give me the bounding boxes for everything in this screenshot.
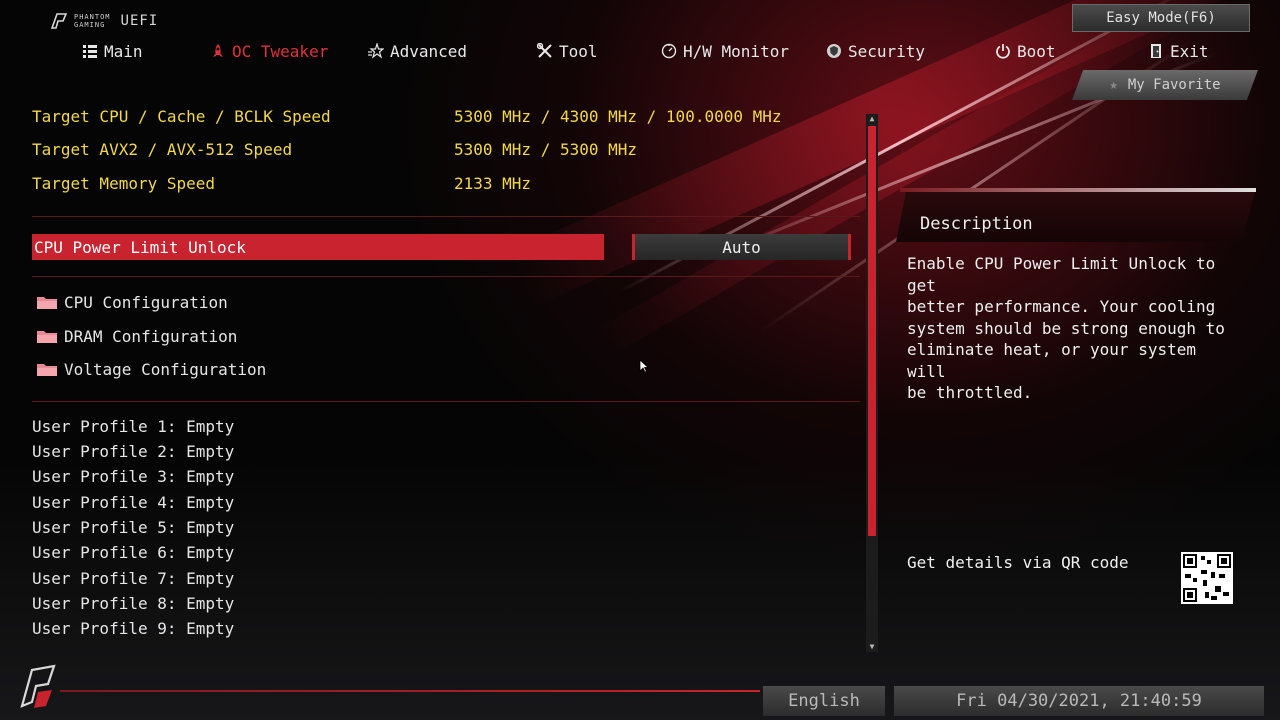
phantom-gaming-logo-icon: [50, 13, 68, 29]
description-line: better performance. Your cooling: [907, 297, 1216, 316]
language-button[interactable]: English: [763, 686, 885, 716]
description-line: Enable CPU Power Limit Unlock to get: [907, 254, 1216, 295]
qr-code-label: Get details via QR code: [907, 553, 1129, 572]
my-favorite-button[interactable]: ★ My Favorite: [1072, 70, 1258, 100]
target-avx-label: Target AVX2 / AVX-512 Speed: [32, 140, 293, 159]
cpu-configuration-item[interactable]: CPU Configuration: [36, 290, 228, 314]
description-text: Enable CPU Power Limit Unlock to get bet…: [907, 253, 1237, 404]
divider: [32, 216, 860, 217]
brand-top-text: PHANTOM: [74, 13, 111, 21]
target-cpu-value: 5300 MHz / 4300 MHz / 100.0000 MHz: [454, 107, 782, 126]
scroll-down-icon[interactable]: ▼: [866, 642, 878, 652]
easy-mode-button[interactable]: Easy Mode(F6): [1072, 4, 1250, 32]
folder-icon: [37, 331, 57, 343]
voltage-configuration-label: Voltage Configuration: [64, 359, 267, 379]
footer-accent-line: [60, 690, 760, 692]
user-profile-item[interactable]: User Profile 1: Empty: [32, 417, 234, 439]
brand-bottom-text: GAMING: [74, 21, 106, 29]
cpu-power-limit-unlock-value[interactable]: Auto: [632, 234, 851, 260]
target-memory-label: Target Memory Speed: [32, 174, 216, 193]
description-line: be throttled.: [907, 383, 1033, 402]
active-tab-underline: [0, 38, 1280, 64]
datetime-display: Fri 04/30/2021, 21:40:59: [894, 686, 1264, 716]
divider: [32, 276, 860, 277]
target-memory-value: 2133 MHz: [454, 174, 532, 193]
phantom-gaming-emblem-icon: [20, 664, 56, 708]
cpu-power-limit-unlock-label: CPU Power Limit Unlock: [34, 237, 246, 257]
cpu-power-limit-unlock-row[interactable]: CPU Power Limit Unlock: [32, 234, 604, 260]
user-profile-item[interactable]: User Profile 5: Empty: [32, 518, 234, 540]
voltage-configuration-item[interactable]: Voltage Configuration: [36, 357, 266, 381]
folder-icon: [37, 364, 57, 376]
user-profile-item[interactable]: User Profile 3: Empty: [32, 467, 234, 489]
divider: [32, 401, 860, 402]
user-profile-item[interactable]: User Profile 4: Empty: [32, 493, 234, 515]
scrollbar-thumb[interactable]: [868, 126, 876, 536]
brand-uefi-text: UEFI: [120, 13, 159, 29]
user-profile-item[interactable]: User Profile 7: Empty: [32, 569, 234, 591]
mouse-cursor-icon: [639, 359, 649, 373]
description-header: Description: [896, 188, 1256, 242]
brand-logo: PHANTOM GAMING UEFI: [50, 10, 158, 32]
user-profile-item[interactable]: User Profile 9: Empty: [32, 619, 234, 641]
user-profile-item[interactable]: User Profile 8: Empty: [32, 594, 234, 616]
description-line: system should be strong enough to: [907, 318, 1225, 338]
target-avx-value: 5300 MHz / 5300 MHz: [454, 140, 638, 159]
dram-configuration-label: DRAM Configuration: [64, 326, 238, 346]
user-profile-item[interactable]: User Profile 2: Empty: [32, 442, 234, 464]
cpu-configuration-label: CPU Configuration: [64, 292, 228, 312]
favorite-star-icon: ★: [1109, 77, 1118, 93]
my-favorite-label: My Favorite: [1127, 77, 1221, 93]
target-cpu-label: Target CPU / Cache / BCLK Speed: [32, 107, 331, 126]
dram-configuration-item[interactable]: DRAM Configuration: [36, 324, 237, 348]
user-profile-item[interactable]: User Profile 6: Empty: [32, 543, 234, 565]
description-title: Description: [920, 214, 1033, 234]
scrollbar[interactable]: ▲ ▼: [866, 114, 878, 652]
folder-icon: [37, 297, 57, 309]
description-line: eliminate heat, or your system will: [907, 340, 1196, 381]
qr-code-icon: [1181, 552, 1233, 604]
scroll-up-icon[interactable]: ▲: [866, 114, 878, 124]
